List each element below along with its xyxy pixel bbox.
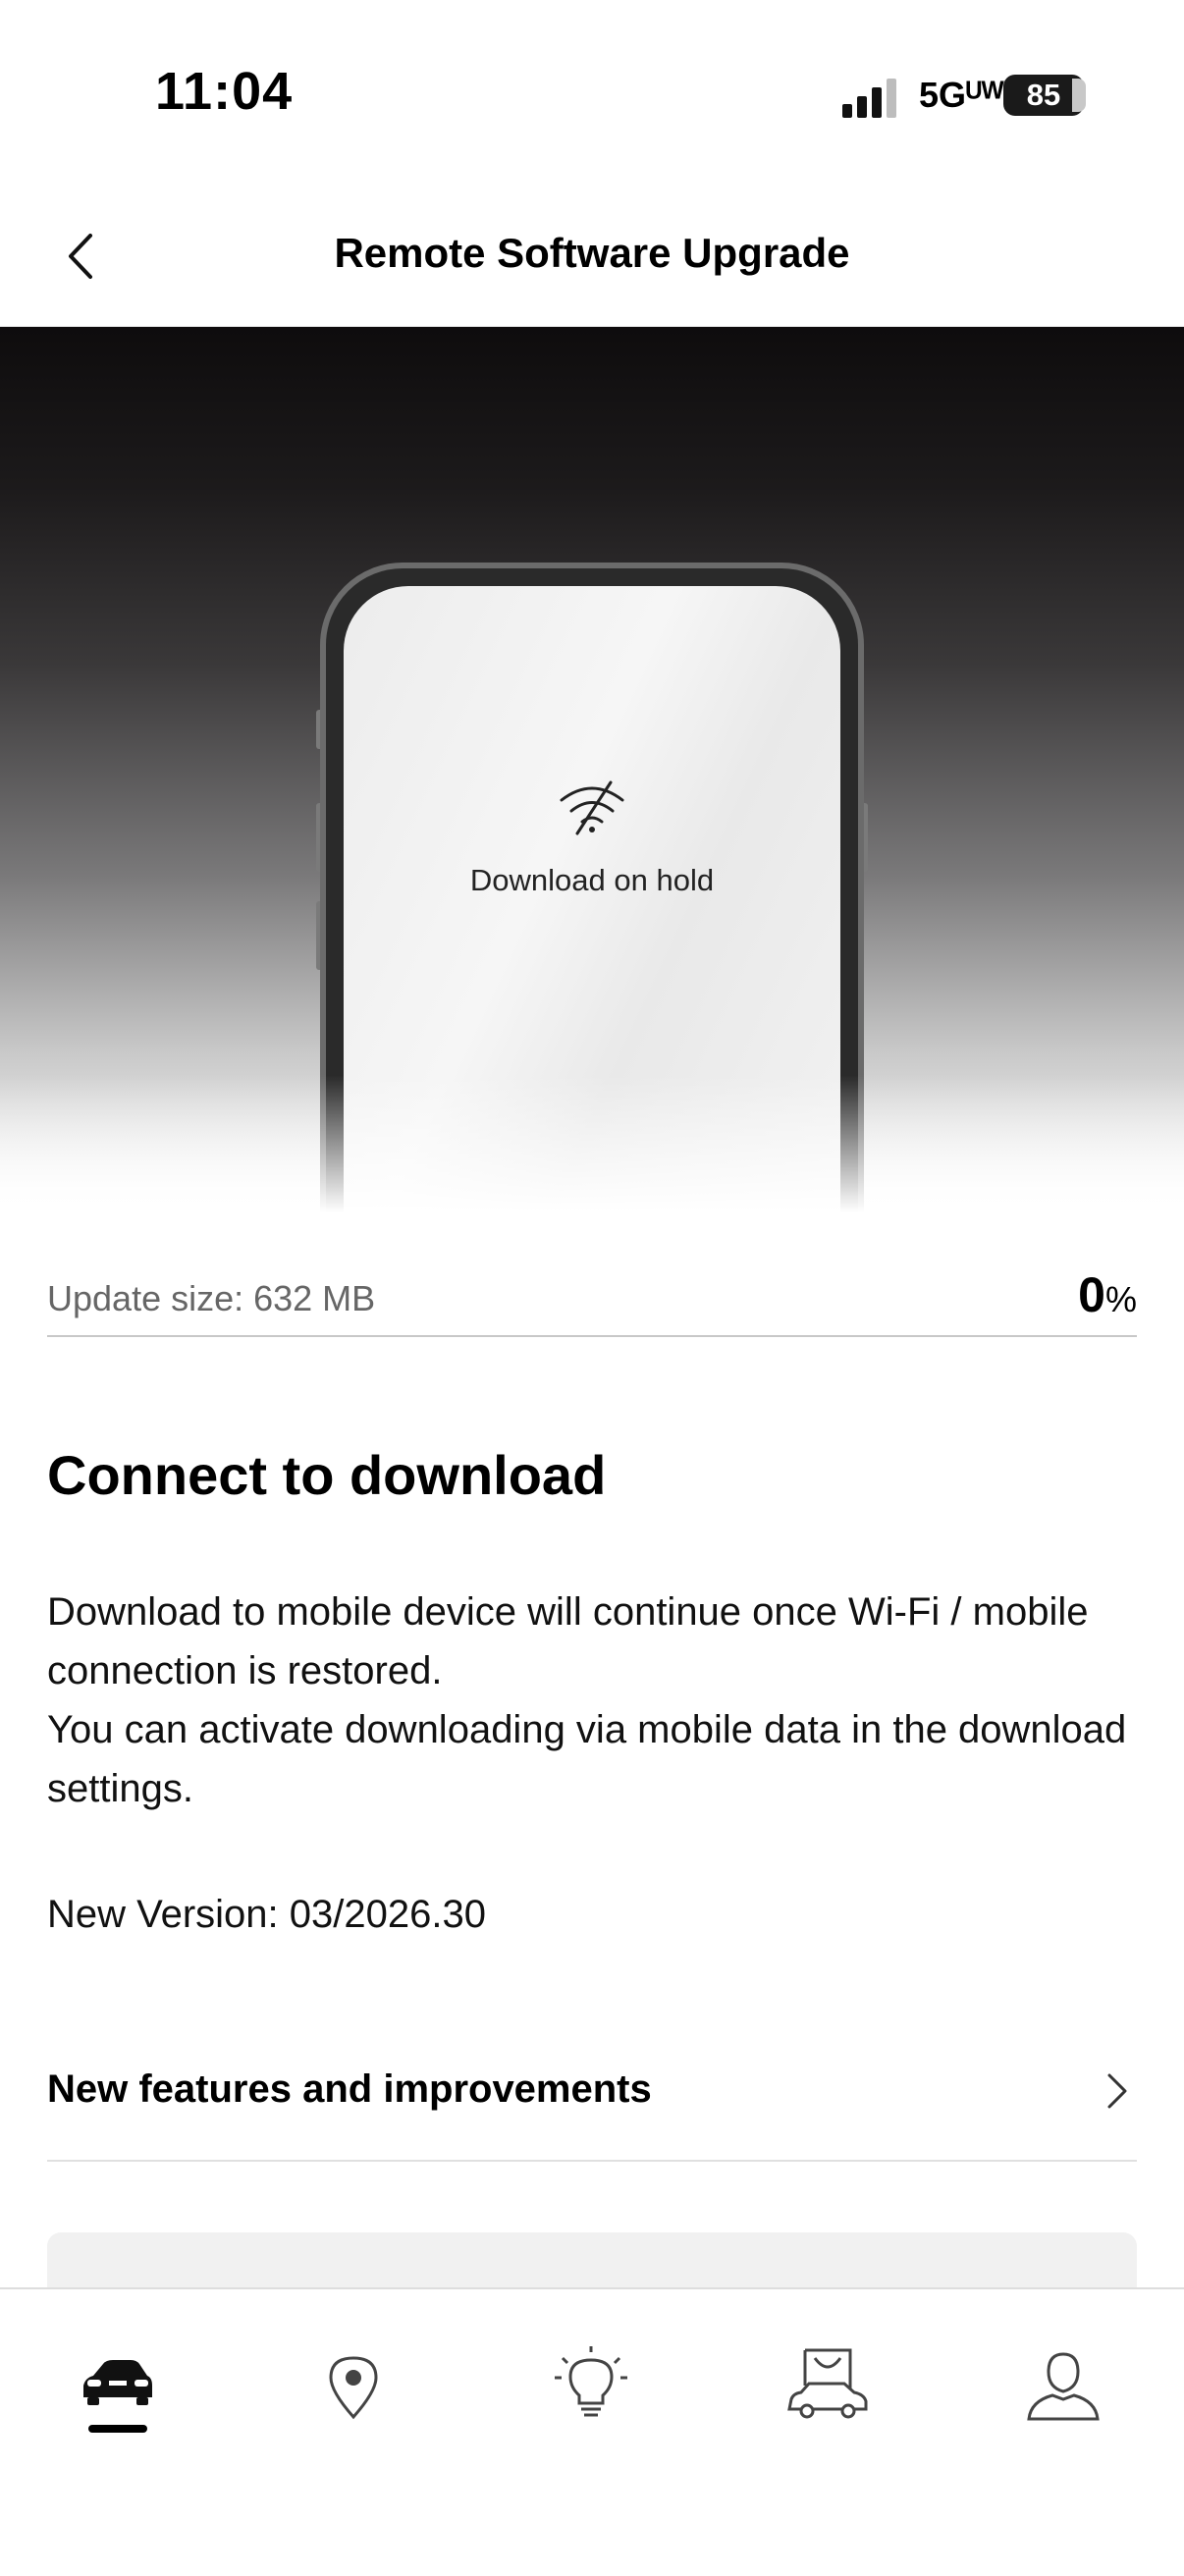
download-status-text: Download on hold [469,863,715,897]
status-time: 11:04 [155,62,294,121]
percent-value: 0 [1078,1267,1105,1322]
hero-image: Download on hold [0,327,1184,1212]
tab-discover[interactable] [547,2340,635,2429]
active-tab-indicator [88,2425,147,2433]
update-size-label: Update size: 632 MB [47,1278,376,1318]
wifi-off-icon [560,780,624,835]
update-progress-row: Update size: 632 MB 0% [47,1266,1137,1337]
new-version-text: New Version: 03/2026.30 [47,1893,486,1936]
shop-car-icon [787,2348,868,2419]
cellular-signal-icon [842,79,896,118]
status-bar: 11:04 5Gᵁᵂ 85 [0,0,1184,187]
hero-fade [0,1075,1184,1212]
page-header: Remote Software Upgrade [0,187,1184,328]
profile-icon [1027,2352,1100,2421]
battery-cap [1072,79,1086,112]
description: Download to mobile device will continue … [47,1583,1137,1818]
section-heading: Connect to download [47,1444,607,1506]
download-percent: 0% [1078,1266,1137,1323]
page-title: Remote Software Upgrade [334,230,850,276]
car-icon [83,2360,152,2405]
network-type: 5Gᵁᵂ [919,75,1004,115]
tab-map[interactable] [309,2340,398,2429]
tab-shop[interactable] [783,2340,872,2429]
bottom-tab-bar [0,2287,1184,2576]
percent-sign: % [1104,1279,1137,1319]
tab-my-vehicle[interactable] [74,2340,162,2429]
chevron-right-icon [1107,2073,1127,2109]
description-line-2: You can activate downloading via mobile … [47,1708,1127,1810]
new-features-label: New features and improvements [47,2067,652,2111]
lightbulb-icon [555,2346,627,2417]
tab-profile[interactable] [1019,2340,1107,2429]
new-features-link[interactable]: New features and improvements [47,2042,1137,2162]
location-pin-icon [329,2356,378,2420]
description-line-1: Download to mobile device will continue … [47,1590,1089,1692]
